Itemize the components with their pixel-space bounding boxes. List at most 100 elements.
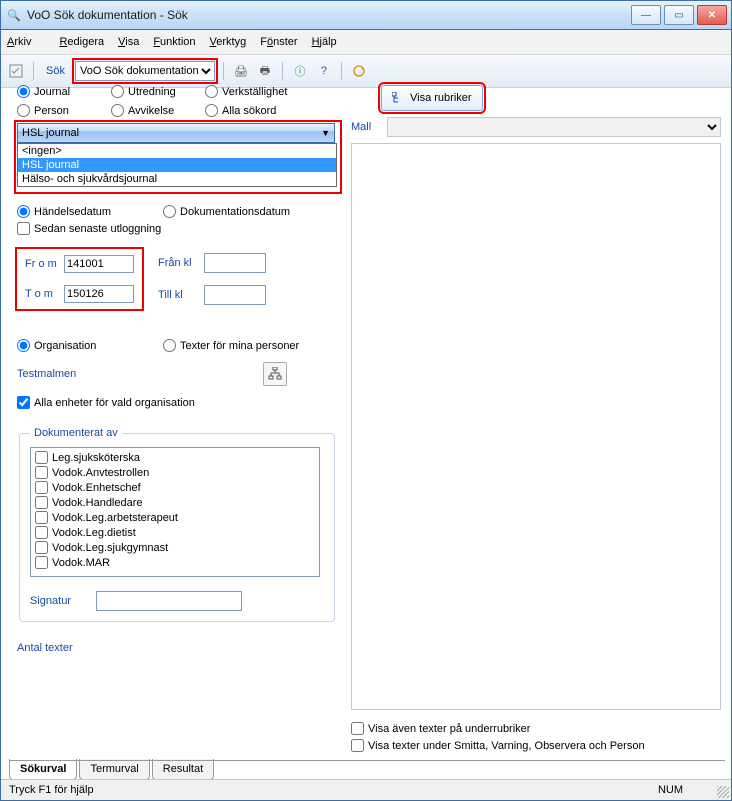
journal-option-hsl[interactable]: HSL journal: [18, 158, 336, 172]
close-button[interactable]: ✕: [697, 5, 727, 25]
date-box: Fr o m T o m: [17, 249, 142, 309]
menu-redigera[interactable]: Redigera: [59, 36, 104, 48]
right-checkboxes: Visa även texter på underrubriker Visa t…: [351, 718, 721, 752]
tillkl-input[interactable]: [204, 285, 266, 305]
journal-option-ingen[interactable]: <ingen>: [18, 144, 336, 158]
mall-row: Mall: [351, 117, 721, 137]
menu-hjalp[interactable]: Hjälp: [312, 36, 337, 48]
dok-legend: Dokumenterat av: [30, 427, 122, 439]
resize-grip[interactable]: [717, 786, 729, 798]
tab-resultat[interactable]: Resultat: [152, 759, 214, 780]
maximize-button[interactable]: ▭: [664, 5, 694, 25]
chk-visa-aven[interactable]: Visa även texter på underrubriker: [351, 722, 721, 735]
minimize-button[interactable]: —: [631, 5, 661, 25]
list-item[interactable]: Vodok.Handledare: [35, 495, 315, 510]
journal-option-halso[interactable]: Hälso- och sjukvårdsjournal: [18, 172, 336, 186]
app-window: 🔍 VoO Sök dokumentation - Sök — ▭ ✕ Arki…: [0, 0, 732, 801]
list-item[interactable]: Vodok.Anvtestrollen: [35, 465, 315, 480]
date-type-radios: Händelsedatum Dokumentationsdatum: [17, 205, 337, 218]
main-body: Journal Utredning Verkställighet Person …: [5, 81, 727, 756]
toolbar-separator: [282, 62, 283, 80]
tillkl-label: Till kl: [158, 289, 198, 301]
menu-fonster[interactable]: Fönster: [260, 36, 297, 48]
menu-verktyg[interactable]: Verktyg: [210, 36, 247, 48]
radio-journal[interactable]: Journal: [17, 85, 107, 98]
toolbar-separator: [33, 62, 34, 80]
visa-rubriker-wrap: Visa rubriker: [351, 85, 721, 111]
status-bar: Tryck F1 för hjälp NUM: [1, 779, 731, 800]
right-pane: Visa rubriker Mall Visa även texter på u…: [347, 81, 727, 756]
list-item[interactable]: Leg.sjuksköterska: [35, 450, 315, 465]
tab-termurval[interactable]: Termurval: [79, 759, 149, 780]
org-tree-button[interactable]: [263, 362, 287, 386]
org-section: Organisation Texter för mina personer Te…: [17, 339, 337, 409]
date-type-section: Händelsedatum Dokumentationsdatum Sedan …: [17, 205, 337, 235]
print-icon[interactable]: 🖨: [232, 62, 250, 80]
chk-sedan-senaste[interactable]: Sedan senaste utloggning: [17, 222, 337, 235]
title-bar: 🔍 VoO Sök dokumentation - Sök — ▭ ✕: [1, 1, 731, 30]
testmalmen-row: Testmalmen: [17, 362, 337, 386]
visa-rubriker-button[interactable]: Visa rubriker: [381, 85, 483, 111]
refresh-icon[interactable]: [350, 62, 368, 80]
journal-combo-value: HSL journal: [22, 127, 79, 139]
from-line: Fr o m: [25, 255, 134, 273]
bottom-tabs: Sökurval Termurval Resultat: [9, 760, 216, 780]
sok-label: Sök: [46, 65, 65, 77]
app-icon: 🔍: [7, 8, 21, 22]
mall-combo[interactable]: [387, 117, 721, 137]
list-item[interactable]: Vodok.Leg.dietist: [35, 525, 315, 540]
chk-alla-enheter[interactable]: Alla enheter för vald organisation: [17, 396, 337, 409]
signatur-input[interactable]: [96, 591, 242, 611]
from-input[interactable]: [64, 255, 134, 273]
tom-label: T o m: [25, 288, 58, 300]
radio-dokdatum[interactable]: Dokumentationsdatum: [163, 205, 323, 218]
left-pane: Journal Utredning Verkställighet Person …: [5, 81, 347, 756]
frankl-row: Från kl: [158, 253, 266, 273]
frankl-input[interactable]: [204, 253, 266, 273]
print-search-icon[interactable]: 🖶: [256, 62, 274, 80]
signatur-row: Signatur: [30, 591, 324, 611]
menu-arkiv[interactable]: Arkiv: [7, 36, 45, 48]
radio-utredning[interactable]: Utredning: [111, 85, 201, 98]
window-buttons: — ▭ ✕: [631, 5, 727, 25]
help-icon[interactable]: ?: [315, 62, 333, 80]
menu-funktion[interactable]: Funktion: [153, 36, 195, 48]
radio-person[interactable]: Person: [17, 104, 107, 117]
tom-input[interactable]: [64, 285, 134, 303]
journal-combo[interactable]: HSL journal ▼: [17, 123, 335, 143]
window-title: VoO Sök dokumentation - Sök: [27, 8, 631, 22]
signatur-label: Signatur: [30, 595, 86, 607]
list-item[interactable]: Vodok.Leg.sjukgymnast: [35, 540, 315, 555]
toolbar-separator: [341, 62, 342, 80]
frankl-label: Från kl: [158, 257, 198, 269]
menu-visa[interactable]: Visa: [118, 36, 139, 48]
dok-listbox[interactable]: Leg.sjuksköterska Vodok.Anvtestrollen Vo…: [30, 447, 320, 577]
radio-handelsedatum[interactable]: Händelsedatum: [17, 205, 157, 218]
dokumenterat-av-group: Dokumenterat av Leg.sjuksköterska Vodok.…: [19, 427, 335, 622]
radio-allasokord[interactable]: Alla sökord: [205, 104, 315, 117]
tree-icon: [392, 92, 404, 104]
tom-line: T o m: [25, 285, 134, 303]
toolbar-separator: [223, 62, 224, 80]
radio-texter-mina[interactable]: Texter för mina personer: [163, 339, 333, 352]
status-num: NUM: [658, 784, 683, 796]
tillkl-row: Till kl: [158, 285, 266, 305]
from-label: Fr o m: [25, 258, 58, 270]
sok-type-combo[interactable]: VoO Sök dokumentation: [75, 61, 215, 81]
radio-avvikelse[interactable]: Avvikelse: [111, 104, 201, 117]
time-column: Från kl Till kl: [158, 253, 266, 305]
org-radios: Organisation Texter för mina personer: [17, 339, 337, 352]
status-help: Tryck F1 för hjälp: [9, 784, 94, 796]
mall-label: Mall: [351, 121, 379, 133]
chk-visa-smitta[interactable]: Visa texter under Smitta, Varning, Obser…: [351, 739, 721, 752]
radio-verkstallighet[interactable]: Verkställighet: [205, 85, 315, 98]
edit-icon[interactable]: [7, 62, 25, 80]
list-item[interactable]: Vodok.Leg.arbetsterapeut: [35, 510, 315, 525]
tab-sokurval[interactable]: Sökurval: [9, 759, 77, 780]
journal-combo-wrap: HSL journal ▼ <ingen> HSL journal Hälso-…: [17, 123, 337, 143]
radio-organisation[interactable]: Organisation: [17, 339, 157, 352]
info-icon[interactable]: ⓘ: [291, 62, 309, 80]
list-item[interactable]: Vodok.Enhetschef: [35, 480, 315, 495]
list-item[interactable]: Vodok.MAR: [35, 555, 315, 570]
journal-dropdown: <ingen> HSL journal Hälso- och sjukvårds…: [17, 143, 337, 187]
